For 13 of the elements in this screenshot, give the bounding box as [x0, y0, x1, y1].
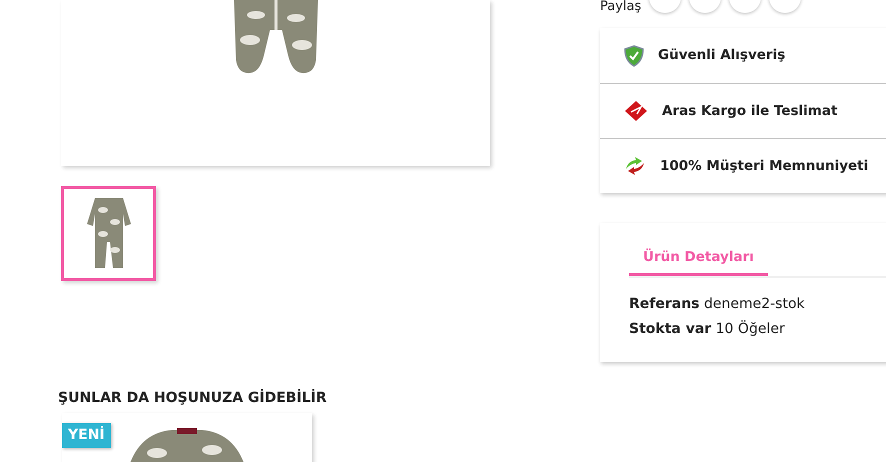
- exchange-arrows-icon: [624, 155, 646, 177]
- detail-line: Stokta var 10 Öğeler: [629, 319, 786, 340]
- tab[interactable]: Ürün Detayları: [629, 239, 768, 276]
- reassurance-text: Aras Kargo ile Teslimat: [662, 102, 838, 121]
- diamond-icon: [624, 100, 648, 122]
- share-label: Paylaş: [600, 0, 642, 13]
- detail-line: Referans deneme2-stok: [629, 295, 806, 314]
- section-heading: ŞUNLAR DA HOŞUNUZA GİDEBİLİR: [58, 388, 328, 408]
- thumbnail[interactable]: [61, 186, 156, 281]
- reassurance-text: Güvenli Alışveriş: [658, 46, 786, 66]
- new-badge: YENİ: [62, 423, 111, 448]
- shield-check-icon: [624, 44, 644, 66]
- reassurance-text: 100% Müşteri Memnuniyeti: [660, 156, 868, 176]
